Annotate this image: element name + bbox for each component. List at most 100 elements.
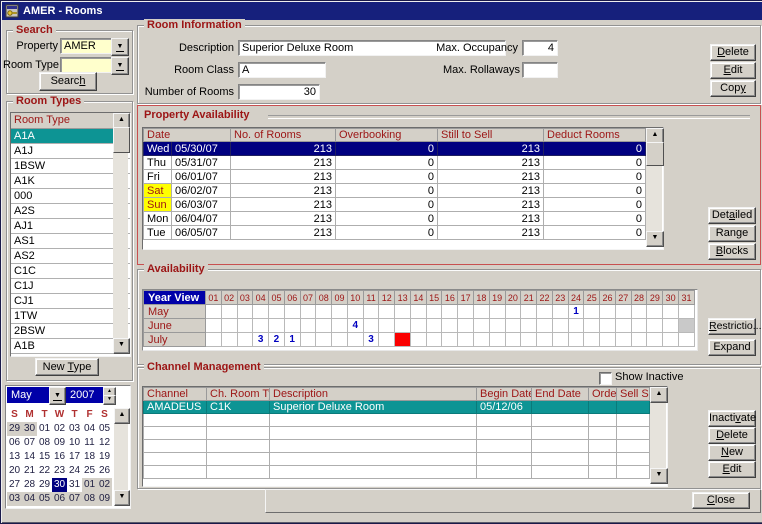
calendar-day[interactable]: 13 (7, 450, 22, 464)
year-view-cell[interactable] (631, 305, 647, 319)
day-cell[interactable]: Wed (144, 142, 172, 156)
year-view-cell[interactable] (347, 333, 363, 347)
year-view-cell[interactable]: 3 (253, 333, 269, 347)
year-view-cell[interactable] (663, 333, 679, 347)
year-view-cell[interactable] (379, 305, 395, 319)
value-cell[interactable]: C1K (207, 401, 270, 414)
day-cell[interactable]: Fri (144, 170, 172, 184)
year-view-cell[interactable] (663, 319, 679, 333)
year-view-cell[interactable] (363, 305, 379, 319)
year-view-cell[interactable] (458, 319, 474, 333)
value-cell[interactable]: 0 (336, 156, 438, 170)
date-cell[interactable]: 06/05/07 (172, 226, 231, 240)
calendar-day[interactable]: 29 (37, 478, 52, 492)
date-cell[interactable]: 06/01/07 (172, 170, 231, 184)
year-view-cell[interactable] (631, 333, 647, 347)
year-view-cell[interactable] (552, 319, 568, 333)
calendar-day[interactable]: 23 (52, 464, 67, 478)
year-view-cell[interactable] (537, 319, 553, 333)
year-view-cell[interactable] (489, 333, 505, 347)
year-view-cell[interactable] (600, 333, 616, 347)
value-cell[interactable] (532, 401, 589, 414)
year-view-cell[interactable] (395, 305, 411, 319)
blocks-button[interactable]: Blocks (708, 243, 756, 260)
room-class-field[interactable]: A (238, 62, 326, 78)
year-view-cell[interactable]: 3 (363, 333, 379, 347)
delete-button[interactable]: Delete (710, 44, 756, 61)
year-view-cell[interactable] (537, 333, 553, 347)
availability-row[interactable]: Mon06/04/0721302130 (144, 212, 646, 226)
value-cell[interactable]: 05/12/06 (477, 401, 532, 414)
channel-table-scrollbar[interactable]: ▲ ▼ (650, 387, 666, 484)
new-type-button[interactable]: New Type (35, 358, 99, 376)
calendar-day[interactable]: 28 (22, 478, 37, 492)
room-types-scrollbar[interactable]: ▲ ▼ (113, 113, 128, 354)
year-view-cell[interactable] (332, 319, 348, 333)
calendar-day[interactable]: 01 (82, 478, 97, 492)
value-cell[interactable]: 0 (544, 156, 646, 170)
calendar-day[interactable]: 17 (67, 450, 82, 464)
year-view-cell[interactable]: 2 (269, 333, 285, 347)
calendar-day[interactable]: 12 (97, 436, 112, 450)
day-cell[interactable]: Mon (144, 212, 172, 226)
value-cell[interactable]: 213 (438, 184, 544, 198)
year-view-cell[interactable] (206, 305, 222, 319)
year-view-cell[interactable] (442, 305, 458, 319)
room-type-dropdown-button[interactable]: ▼ (111, 57, 129, 75)
calendar-day[interactable]: 20 (7, 464, 22, 478)
date-cell[interactable]: 06/02/07 (172, 184, 231, 198)
scrollbar-thumb[interactable] (113, 127, 130, 153)
day-cell[interactable]: Sun (144, 198, 172, 212)
calendar-day[interactable]: 07 (22, 436, 37, 450)
year-view-cell[interactable] (474, 319, 490, 333)
scroll-up-icon[interactable]: ▲ (114, 408, 130, 424)
year-view-cell[interactable] (300, 333, 316, 347)
edit-channel-button[interactable]: Edit (708, 461, 756, 478)
year-view-cell[interactable] (568, 319, 584, 333)
calendar-day[interactable]: 15 (37, 450, 52, 464)
day-cell[interactable]: Thu (144, 156, 172, 170)
year-view-cell[interactable] (332, 333, 348, 347)
year-view-cell[interactable] (426, 333, 442, 347)
value-cell[interactable]: 0 (544, 212, 646, 226)
year-spin-down-icon[interactable]: ▼ (103, 395, 116, 405)
year-view-cell[interactable] (253, 305, 269, 319)
value-cell[interactable]: 213 (438, 142, 544, 156)
year-view-cell[interactable] (284, 305, 300, 319)
value-cell[interactable]: 0 (336, 226, 438, 240)
year-view-cell[interactable] (631, 319, 647, 333)
year-view-cell[interactable] (584, 305, 600, 319)
scroll-down-icon[interactable]: ▼ (113, 338, 130, 354)
value-cell[interactable]: 213 (438, 156, 544, 170)
edit-button[interactable]: Edit (710, 62, 756, 79)
value-cell[interactable]: 213 (438, 198, 544, 212)
inactivate-button[interactable]: Inactivate (708, 410, 756, 427)
value-cell[interactable]: 0 (544, 198, 646, 212)
scroll-down-icon[interactable]: ▼ (114, 490, 130, 506)
value-cell[interactable]: 213 (438, 212, 544, 226)
calendar-day[interactable]: 22 (37, 464, 52, 478)
search-button[interactable]: Search (39, 72, 97, 91)
room-type-input[interactable] (60, 57, 117, 73)
year-view-cell[interactable] (410, 333, 426, 347)
value-cell[interactable]: AMADEUS (144, 401, 207, 414)
year-view-cell[interactable] (615, 319, 631, 333)
day-cell[interactable]: Tue (144, 226, 172, 240)
year-view-cell[interactable] (237, 333, 253, 347)
value-cell[interactable]: 213 (438, 170, 544, 184)
calendar-year-field[interactable]: 2007 (66, 387, 106, 403)
value-cell[interactable]: 0 (336, 170, 438, 184)
year-view-cell[interactable] (410, 319, 426, 333)
year-view-cell[interactable] (442, 333, 458, 347)
calendar-day[interactable]: 05 (97, 422, 112, 436)
year-view-cell[interactable] (300, 319, 316, 333)
property-input[interactable]: AMER (60, 38, 117, 54)
year-view-cell[interactable]: 4 (347, 319, 363, 333)
date-cell[interactable]: 05/31/07 (172, 156, 231, 170)
year-view-cell[interactable] (458, 305, 474, 319)
empty-row[interactable] (144, 453, 650, 466)
year-view-cell[interactable] (300, 305, 316, 319)
calendar-day[interactable]: 30 (52, 478, 67, 492)
year-view-cell[interactable] (568, 333, 584, 347)
calendar-day[interactable]: 03 (7, 492, 22, 506)
